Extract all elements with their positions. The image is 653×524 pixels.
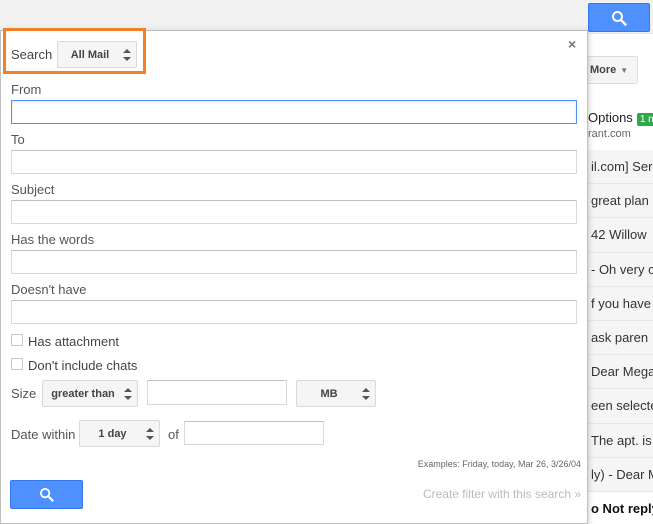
- no-chats-label[interactable]: Don't include chats: [28, 358, 137, 373]
- date-within-label: Date within: [11, 427, 76, 442]
- search-scope-select[interactable]: All Mail: [57, 41, 137, 68]
- size-operator-select[interactable]: greater than: [42, 380, 138, 407]
- dropdown-arrow-icon: ▼: [620, 65, 629, 75]
- date-range-value: 1 day: [98, 427, 127, 440]
- has-words-field[interactable]: [11, 250, 577, 274]
- size-value-input[interactable]: [147, 380, 287, 405]
- message-list: il.com] Ser great plan 42 Willow - Oh ve…: [587, 150, 653, 524]
- search-scope-value: All Mail: [70, 48, 110, 61]
- top-bar: [0, 0, 653, 34]
- no-chats-checkbox[interactable]: [11, 358, 23, 370]
- search-scope-label: Search: [11, 47, 53, 62]
- list-item[interactable]: il.com] Ser: [587, 150, 653, 185]
- list-item[interactable]: Dear Mega: [587, 355, 653, 390]
- options-sub-text: rant.com: [588, 128, 631, 140]
- subject-field[interactable]: [11, 200, 577, 224]
- date-of-label: of: [168, 427, 179, 442]
- from-label: From: [11, 82, 42, 97]
- to-label: To: [11, 132, 25, 147]
- select-arrows-icon: [362, 388, 370, 400]
- select-arrows-icon: [123, 49, 131, 61]
- select-arrows-icon: [124, 388, 132, 400]
- has-attachment-checkbox[interactable]: [11, 334, 23, 346]
- date-examples: Examples: Friday, today, Mar 26, 3/26/04: [417, 459, 581, 469]
- top-search-button[interactable]: [588, 3, 650, 32]
- size-unit-select[interactable]: MB: [296, 380, 376, 407]
- doesnt-have-label: Doesn't have: [11, 282, 87, 297]
- size-unit-value: MB: [320, 387, 338, 400]
- size-label: Size: [11, 386, 37, 401]
- from-field[interactable]: [11, 100, 577, 124]
- to-field[interactable]: [11, 150, 577, 174]
- has-words-label: Has the words: [11, 232, 95, 247]
- doesnt-have-field[interactable]: [11, 300, 577, 324]
- close-icon[interactable]: ×: [568, 37, 576, 51]
- advanced-search-dialog: × Search All Mail From To Subject Has th…: [0, 28, 588, 524]
- date-input[interactable]: [184, 421, 324, 445]
- size-operator-value: greater than: [51, 387, 115, 400]
- list-item[interactable]: 42 Willow: [587, 218, 653, 253]
- list-item[interactable]: een selecte: [587, 389, 653, 424]
- list-item[interactable]: ly) - Dear M: [587, 457, 653, 492]
- search-icon: [39, 487, 54, 502]
- list-item[interactable]: - Oh very c: [587, 252, 653, 287]
- list-item[interactable]: great plan: [587, 184, 653, 219]
- has-attachment-label[interactable]: Has attachment: [28, 334, 119, 349]
- select-arrows-icon: [146, 428, 154, 440]
- options-panel: Options1 new: [588, 110, 653, 126]
- subject-label: Subject: [11, 182, 55, 197]
- list-item[interactable]: f you have: [587, 286, 653, 321]
- more-button[interactable]: More ▼: [583, 56, 638, 84]
- create-filter-link[interactable]: Create filter with this search »: [423, 487, 581, 501]
- search-icon: [612, 10, 627, 26]
- list-item[interactable]: o Not reply: [587, 491, 653, 524]
- list-item[interactable]: The apt. is: [587, 423, 653, 458]
- list-item[interactable]: ask paren: [587, 320, 653, 356]
- date-range-select[interactable]: 1 day: [79, 420, 160, 447]
- options-label: Options: [588, 110, 633, 125]
- more-label: More: [590, 64, 617, 76]
- new-badge: 1 new: [636, 113, 653, 126]
- search-button[interactable]: [10, 480, 83, 509]
